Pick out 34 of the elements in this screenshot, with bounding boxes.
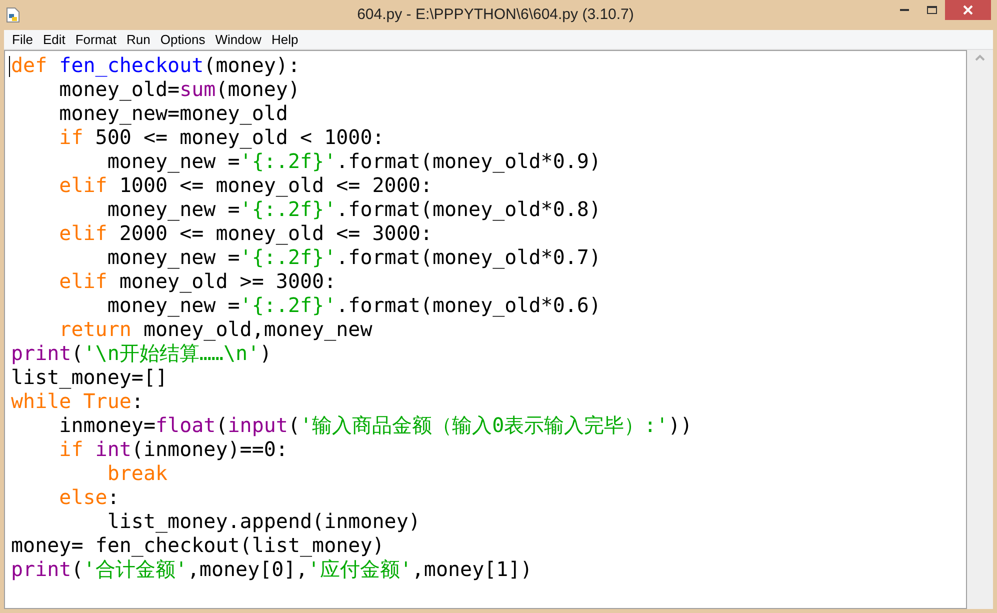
code-line: money_new ='{:.2f}'.format(money_old*0.7)	[106, 245, 602, 269]
code-line: list_money.append(inmoney)	[106, 509, 420, 533]
code-line: else:	[58, 485, 120, 509]
code-line: def fen_checkout(money):	[11, 53, 300, 77]
menu-item[interactable]: File	[7, 30, 38, 49]
code-line: money_new ='{:.2f}'.format(money_old*0.8)	[106, 197, 602, 221]
code-line: money_old=sum(money)	[58, 77, 300, 101]
menu-item[interactable]: Help	[266, 30, 304, 49]
code-line: inmoney=float(input('输入商品金额（输入0表示输入完毕）:'))	[58, 413, 692, 437]
code-line: if int(inmoney)==0:	[58, 437, 288, 461]
code-line: money_new ='{:.2f}'.format(money_old*0.9)	[106, 149, 602, 173]
code-line: money_new ='{:.2f}'.format(money_old*0.6)	[106, 293, 602, 317]
code-line: print('\n开始结算……\n')	[11, 341, 272, 365]
code-line: break	[106, 461, 168, 485]
window-title: 604.py - E:\PPPYTHON\6\604.py (3.10.7)	[357, 4, 634, 25]
menu-item[interactable]: Window	[210, 30, 266, 49]
code-line: money= fen_checkout(list_money)	[11, 533, 384, 557]
code-line: elif 1000 <= money_old <= 2000:	[58, 173, 432, 197]
code-line: return money_old,money_new	[58, 317, 372, 341]
code-line: print('合计金额',money[0],'应付金额',money[1])	[11, 557, 532, 581]
code-line: money_new=money_old	[58, 101, 288, 125]
close-icon	[963, 5, 973, 15]
code-line: elif money_old >= 3000:	[58, 269, 336, 293]
menu-item[interactable]: Edit	[38, 30, 70, 49]
menu-item[interactable]: Run	[122, 30, 156, 49]
code-line: list_money=[]	[11, 365, 168, 389]
menu-item[interactable]: Format	[70, 30, 122, 49]
menu-item[interactable]: Options	[155, 30, 210, 49]
python-file-icon	[6, 7, 20, 23]
code-line: if 500 <= money_old < 1000:	[58, 125, 384, 149]
code-line: while True:	[11, 389, 144, 413]
close-button[interactable]	[945, 0, 991, 20]
code-line: elif 2000 <= money_old <= 3000:	[58, 221, 432, 245]
text-cursor	[9, 56, 10, 77]
